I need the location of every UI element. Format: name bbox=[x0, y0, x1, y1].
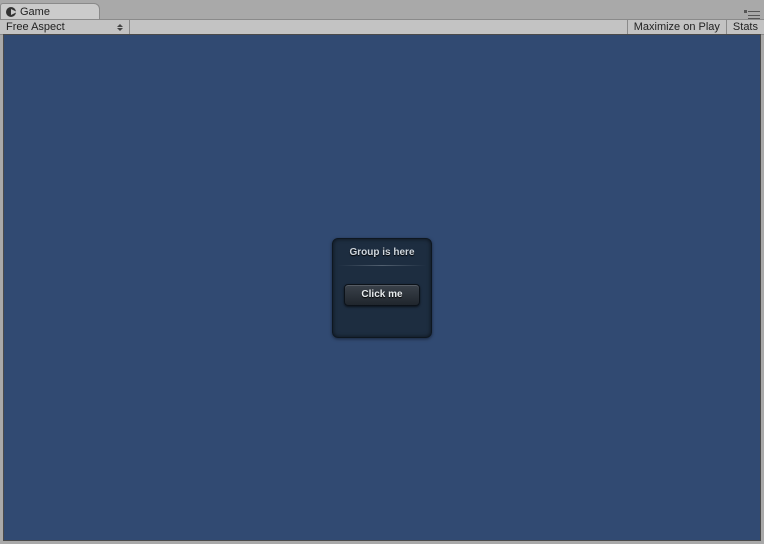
click-me-label: Click me bbox=[361, 289, 402, 300]
maximize-on-play-toggle[interactable]: Maximize on Play bbox=[627, 20, 726, 34]
group-title: Group is here bbox=[349, 247, 414, 258]
maximize-label: Maximize on Play bbox=[634, 21, 720, 33]
chevron-updown-icon bbox=[117, 24, 123, 31]
pacman-icon bbox=[6, 7, 16, 17]
tab-game[interactable]: Game bbox=[0, 3, 100, 19]
panel-options-icon[interactable] bbox=[748, 11, 760, 19]
gui-group-panel: Group is here Click me bbox=[332, 238, 432, 338]
stats-label: Stats bbox=[733, 21, 758, 33]
aspect-label: Free Aspect bbox=[6, 21, 65, 33]
game-toolbar: Free Aspect Maximize on Play Stats bbox=[0, 19, 764, 35]
game-viewport: Group is here Click me bbox=[4, 35, 760, 540]
click-me-button[interactable]: Click me bbox=[344, 284, 420, 306]
stats-toggle[interactable]: Stats bbox=[726, 20, 764, 34]
group-separator bbox=[338, 265, 426, 266]
tab-label: Game bbox=[20, 6, 50, 18]
aspect-dropdown[interactable]: Free Aspect bbox=[0, 20, 130, 34]
tab-strip: Game bbox=[0, 0, 764, 19]
